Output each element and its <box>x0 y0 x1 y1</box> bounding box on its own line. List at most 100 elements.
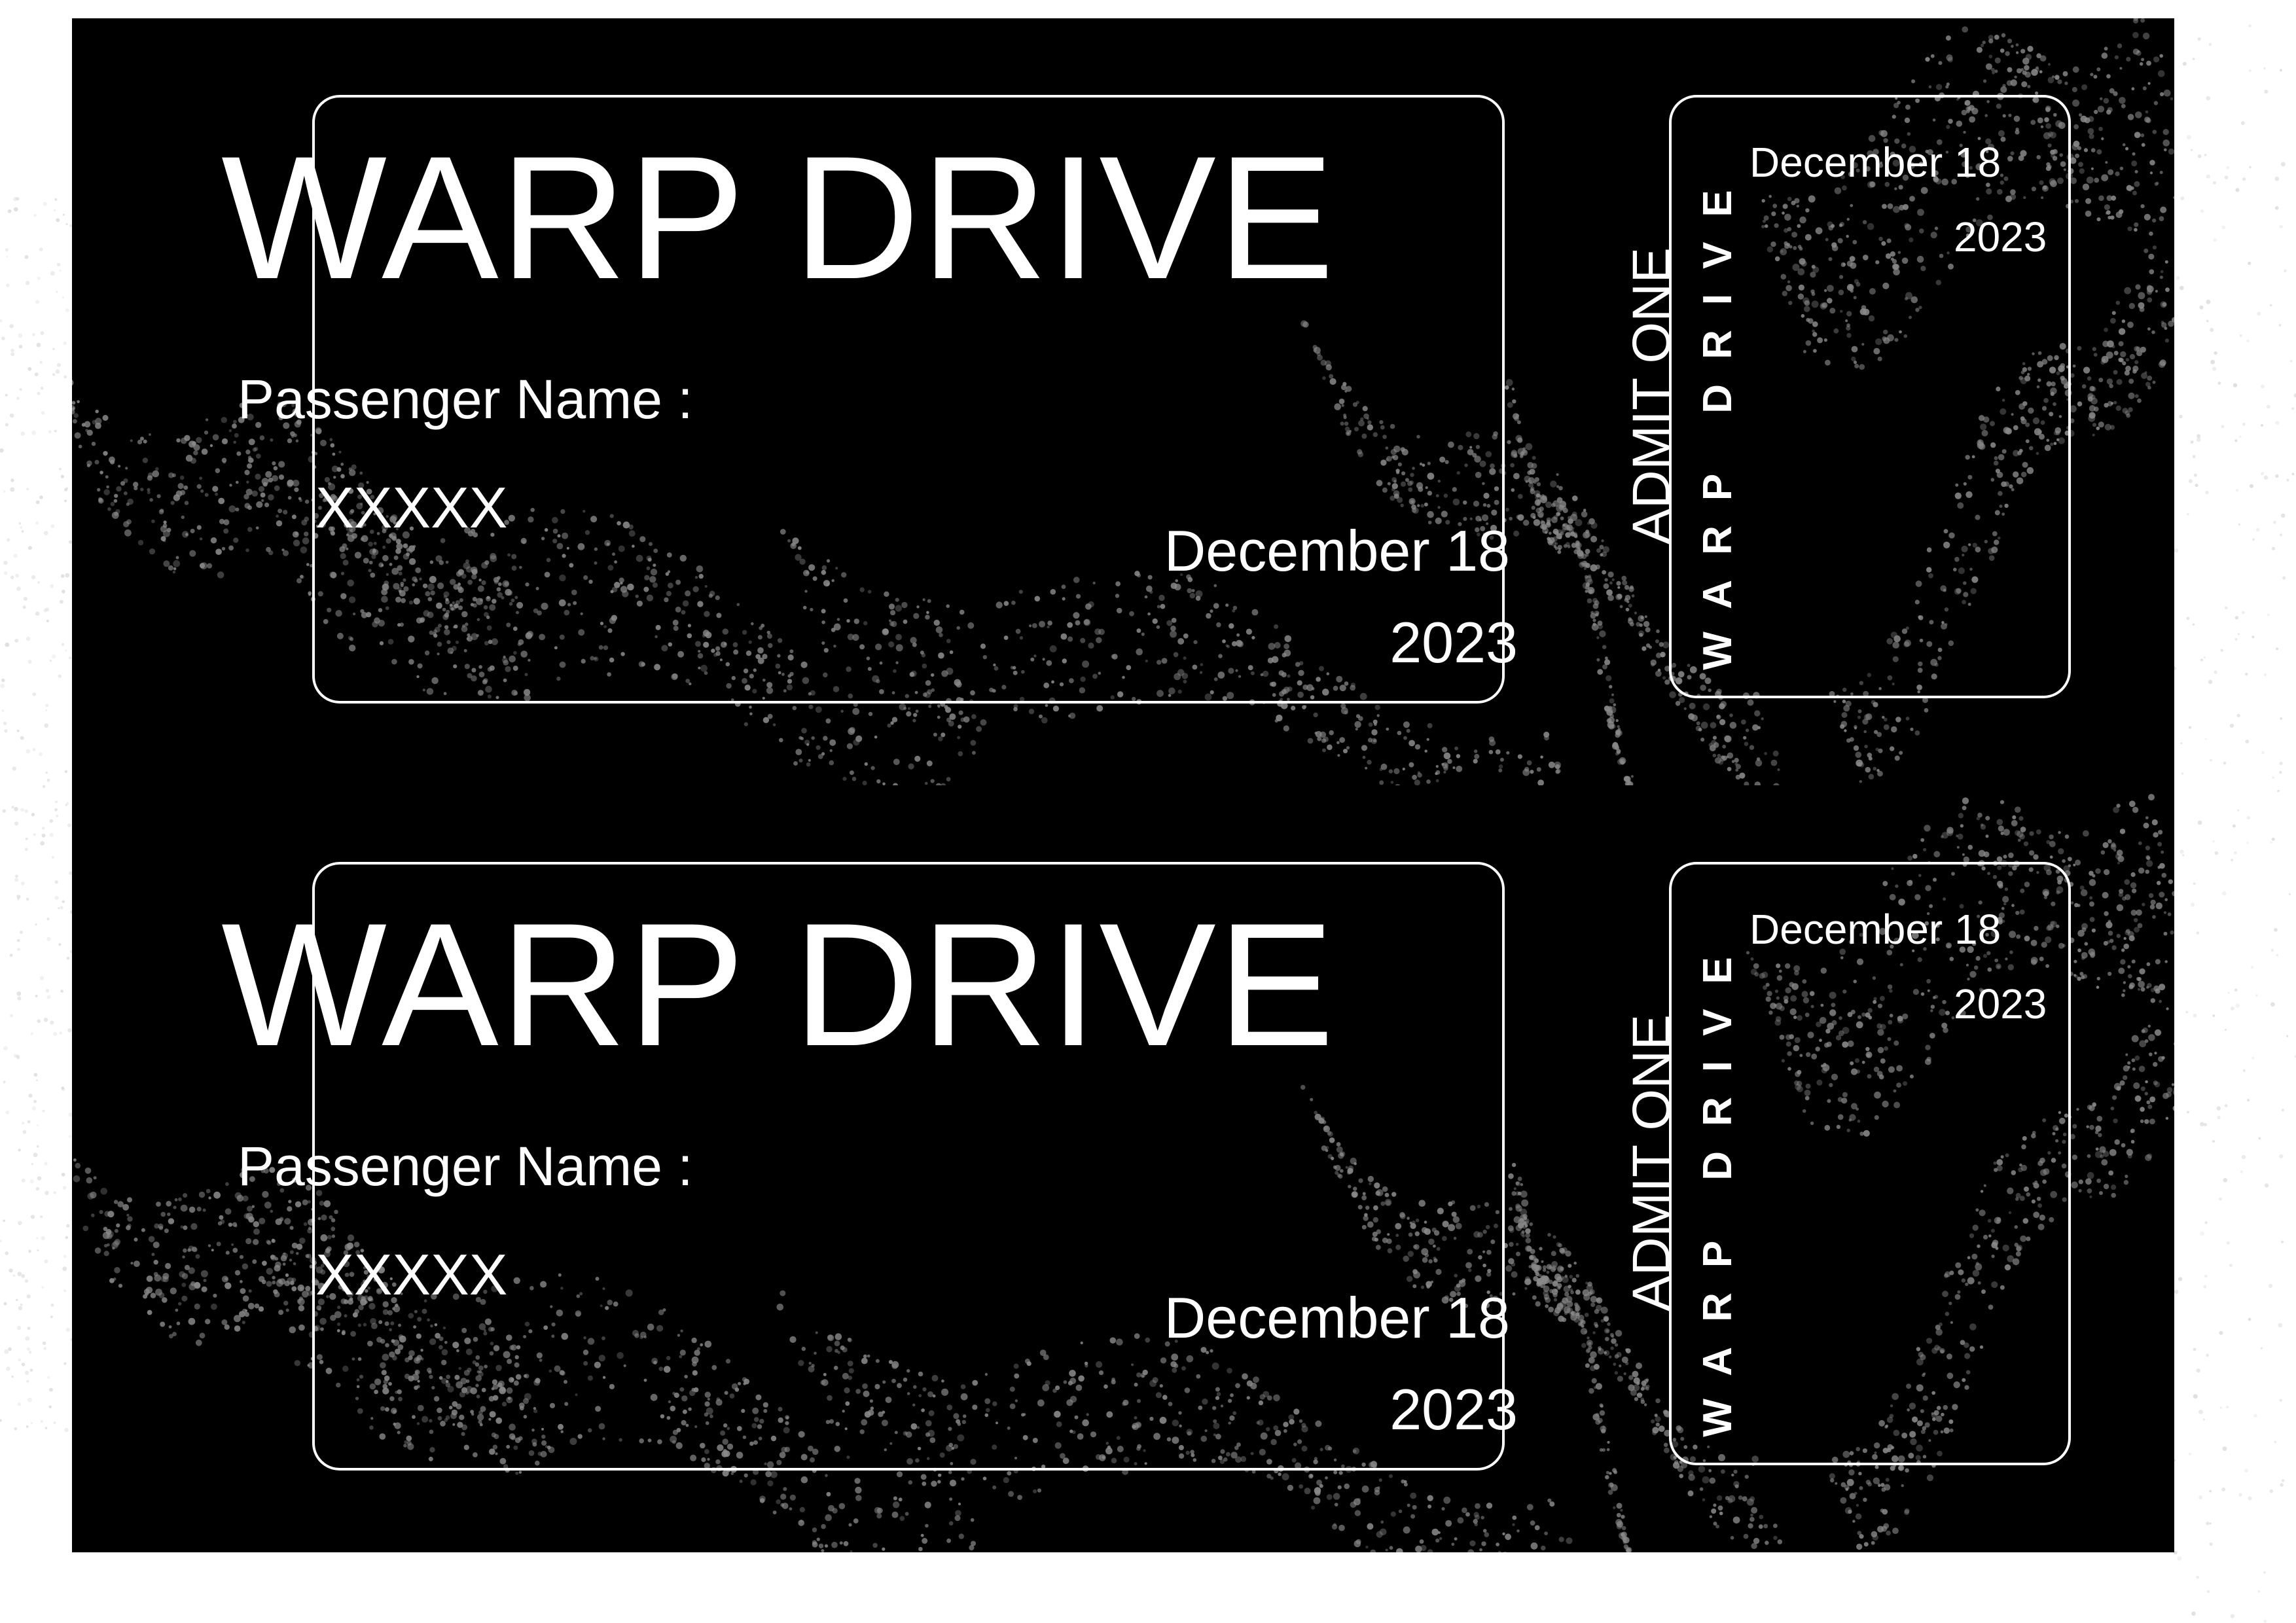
speckle-dot <box>14 878 19 882</box>
pattern-dot <box>248 1289 252 1293</box>
speckle-dot <box>37 1176 42 1181</box>
pattern-dot <box>2094 406 2099 412</box>
pattern-dot <box>2089 134 2094 139</box>
speckle-dot <box>2178 1277 2183 1281</box>
pattern-dot <box>298 1324 305 1331</box>
speckle-dot <box>14 207 18 212</box>
speckle-dot <box>5 248 9 252</box>
pattern-dot <box>228 1222 233 1227</box>
pattern-dot <box>1773 1524 1778 1528</box>
speckle-dot <box>2234 988 2238 992</box>
pattern-dot <box>1367 760 1372 765</box>
speckle-dot <box>41 833 46 838</box>
pattern-dot <box>2075 153 2079 158</box>
speckle-dot <box>2233 383 2238 387</box>
pattern-dot <box>958 724 962 729</box>
speckle-dot <box>2247 1099 2250 1102</box>
speckle-dot <box>63 1289 66 1293</box>
speckle-dot <box>2 809 6 813</box>
event-year: 2023 <box>1390 610 1518 675</box>
pattern-dot <box>116 1223 120 1228</box>
pattern-dot <box>852 707 860 715</box>
speckle-dot <box>2199 305 2204 310</box>
pattern-dot <box>1710 722 1717 729</box>
pattern-dot <box>305 1285 311 1292</box>
pattern-dot <box>1512 1523 1515 1526</box>
speckle-dot <box>2271 837 2275 841</box>
pattern-dot <box>850 1550 853 1552</box>
pattern-dot <box>2124 370 2130 376</box>
pattern-dot <box>242 1321 245 1325</box>
pattern-dot <box>2151 330 2155 334</box>
pattern-dot <box>2103 98 2109 104</box>
pattern-dot <box>1911 79 1916 84</box>
pattern-dot <box>1718 760 1724 765</box>
pattern-dot <box>149 548 156 555</box>
pattern-dot <box>190 528 195 533</box>
speckle-dot <box>60 474 64 478</box>
pattern-dot <box>920 1474 927 1480</box>
pattern-dot <box>2000 86 2007 93</box>
speckle-dot <box>5 1110 10 1115</box>
pattern-dot <box>789 1507 793 1510</box>
pattern-dot <box>216 1241 221 1247</box>
pattern-dot <box>958 1503 961 1506</box>
pattern-dot <box>1374 722 1377 726</box>
speckle-dot <box>2210 359 2215 365</box>
speckle-dot <box>2291 473 2295 476</box>
pattern-dot <box>905 1512 909 1516</box>
speckle-dot <box>16 1298 18 1302</box>
speckle-dot <box>9 413 14 418</box>
speckle-dot <box>2204 738 2207 740</box>
pattern-dot <box>1350 1501 1357 1508</box>
speckle-dot <box>54 198 58 201</box>
speckle-dot <box>2214 670 2217 674</box>
speckle-dot <box>2203 656 2206 658</box>
pattern-dot <box>2104 327 2108 332</box>
pattern-dot <box>2147 327 2151 331</box>
pattern-dot <box>273 1289 278 1294</box>
pattern-dot <box>2116 379 2123 385</box>
pattern-dot <box>147 1310 152 1315</box>
pattern-dot <box>976 726 982 732</box>
pattern-dot <box>2165 287 2170 293</box>
pattern-dot <box>270 1209 274 1213</box>
pattern-dot <box>1761 717 1764 721</box>
pattern-dot <box>941 732 946 738</box>
pattern-dot <box>97 488 101 492</box>
speckle-dot <box>2197 820 2202 825</box>
speckle-dot <box>13 196 18 202</box>
pattern-dot <box>2128 407 2133 412</box>
pattern-dot <box>799 1507 805 1512</box>
pattern-dot <box>776 1499 781 1505</box>
pattern-dot <box>2121 319 2126 323</box>
pattern-dot <box>1410 1514 1416 1519</box>
pattern-dot <box>174 1198 178 1202</box>
pattern-dot <box>1723 735 1731 742</box>
speckle-dot <box>7 538 10 542</box>
pattern-dot <box>176 438 181 443</box>
speckle-dot <box>65 1236 69 1240</box>
pattern-dot <box>1311 1505 1315 1510</box>
pattern-dot <box>285 1308 289 1312</box>
speckle-dot <box>2204 153 2207 156</box>
pattern-dot <box>279 1278 286 1285</box>
pattern-dot <box>2087 128 2094 135</box>
pattern-dot <box>99 1209 103 1215</box>
pattern-dot <box>202 1208 206 1212</box>
speckle-dot <box>2209 758 2213 762</box>
pattern-dot <box>1570 531 1574 536</box>
pattern-dot <box>154 1223 160 1229</box>
speckle-dot <box>52 373 56 376</box>
pattern-dot <box>2164 260 2168 264</box>
pattern-dot <box>170 501 175 505</box>
speckle-dot <box>2279 1399 2282 1402</box>
pattern-dot <box>1700 738 1705 742</box>
pattern-dot <box>175 1308 179 1312</box>
pattern-dot <box>1354 721 1361 728</box>
pattern-dot <box>2091 386 2096 392</box>
speckle-dot <box>16 1325 22 1330</box>
speckle-dot <box>27 546 32 550</box>
pattern-dot <box>767 713 773 719</box>
speckle-dot <box>2208 43 2212 46</box>
